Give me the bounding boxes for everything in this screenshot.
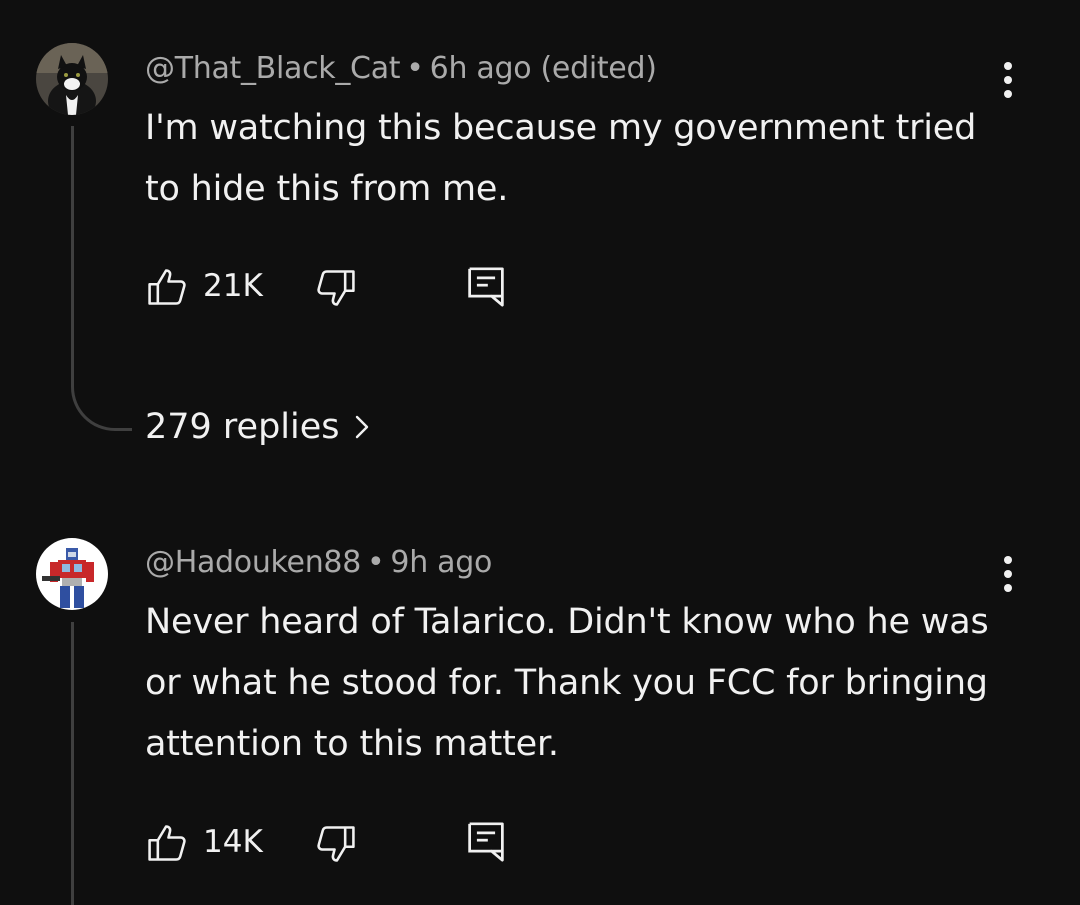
replies-label: 279 replies [145, 407, 340, 447]
reply-icon [468, 267, 504, 307]
comment-meta: @That_Black_Cat • 6h ago (edited) [145, 51, 657, 86]
more-vertical-icon [1004, 556, 1012, 592]
meta-separator: • [406, 51, 424, 86]
comment-text: I'm watching this because my government … [145, 108, 977, 209]
dislike-button[interactable] [314, 266, 358, 310]
chevron-right-icon [355, 415, 368, 439]
thread-line [71, 126, 74, 380]
avatar-that-black-cat[interactable] [36, 43, 108, 115]
thread-curve [71, 376, 132, 431]
meta-separator: • [367, 545, 385, 580]
thumbs-up-icon [148, 269, 186, 305]
thread-line [71, 622, 74, 905]
reply-icon [468, 822, 504, 862]
comment-text: Never heard of Talarico. Didn't know who… [145, 602, 989, 764]
thumbs-up-icon [148, 825, 186, 861]
avatar-hadouken88[interactable] [36, 538, 108, 610]
comment-time: 6h ago (edited) [429, 51, 657, 86]
like-count: 14K [203, 824, 263, 860]
comment-author[interactable]: @That_Black_Cat [145, 51, 401, 86]
robot-character-icon [36, 538, 108, 610]
more-options-button[interactable] [990, 552, 1026, 596]
comment-author[interactable]: @Hadouken88 [145, 545, 361, 580]
reply-button[interactable] [466, 265, 506, 309]
view-replies-button[interactable]: 279 replies [145, 407, 370, 447]
like-button[interactable] [145, 265, 189, 309]
like-count: 21K [203, 268, 263, 304]
dislike-button[interactable] [314, 822, 358, 866]
reply-button[interactable] [466, 820, 506, 864]
thumbs-down-icon [317, 826, 355, 862]
cat-photo-icon [36, 43, 108, 115]
thumbs-down-icon [317, 270, 355, 306]
more-options-button[interactable] [990, 58, 1026, 102]
like-button[interactable] [145, 821, 189, 865]
comment-time: 9h ago [390, 545, 493, 580]
comments-section: @That_Black_Cat • 6h ago (edited) I'm watc… [0, 0, 1080, 905]
more-vertical-icon [1004, 62, 1012, 98]
comment-meta: @Hadouken88 • 9h ago [145, 545, 492, 580]
